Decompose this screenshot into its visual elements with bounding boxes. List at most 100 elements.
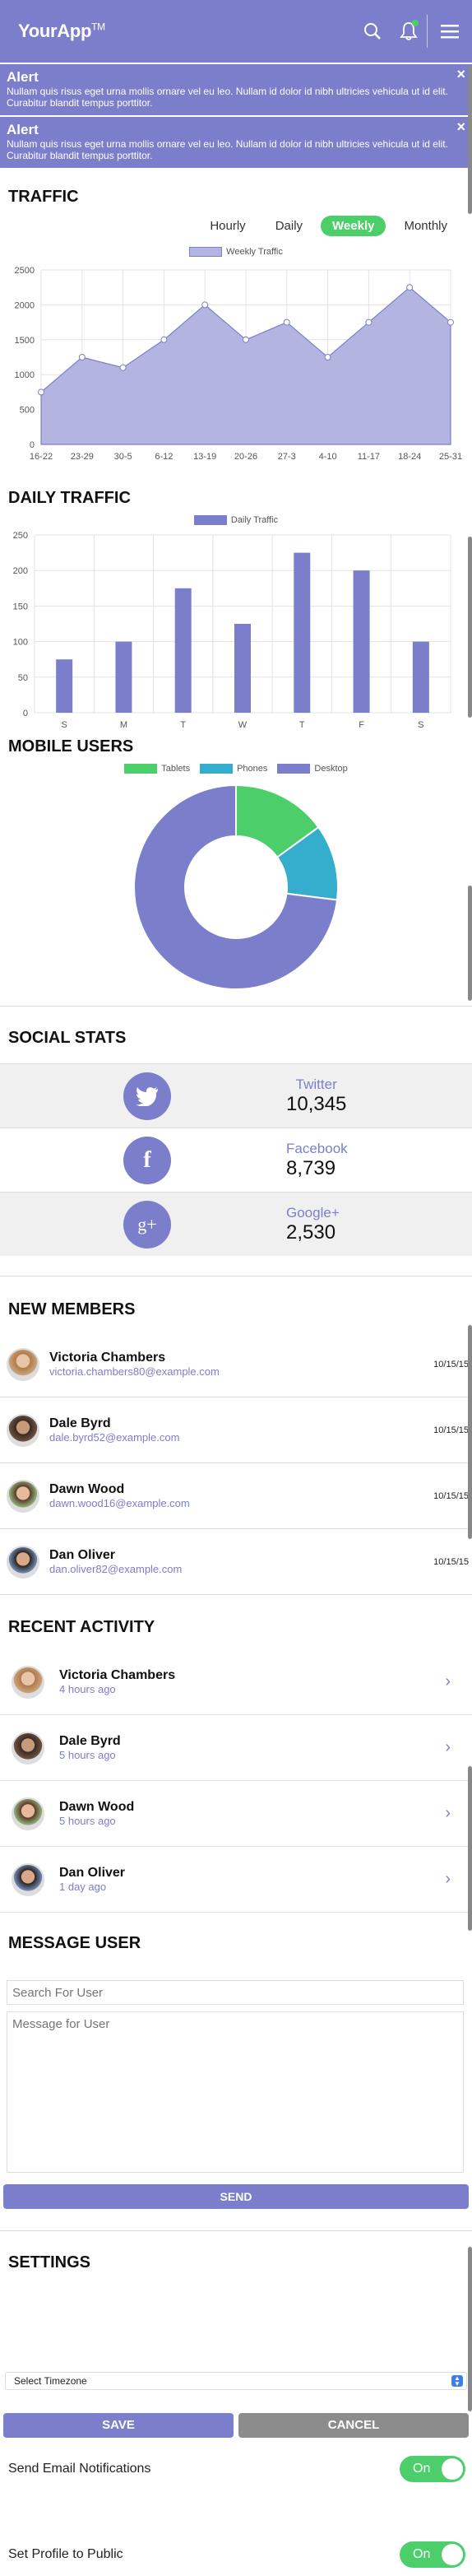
toggle-label: On xyxy=(413,2547,431,2561)
google-plus-icon[interactable]: g+ xyxy=(123,1200,171,1248)
y-tick-label: 50 xyxy=(18,673,28,683)
avatar xyxy=(7,1545,39,1579)
social-row-google-plus: g+ Google+ 2,530 xyxy=(0,1192,472,1256)
x-tick-label: 27-3 xyxy=(278,452,296,462)
save-button[interactable]: SAVE xyxy=(3,2413,234,2438)
twitter-icon[interactable] xyxy=(123,1072,171,1120)
x-tick-label: S xyxy=(61,720,67,730)
legend-label: Weekly Traffic xyxy=(226,247,283,257)
y-tick-label: 100 xyxy=(13,638,28,648)
tab-monthly[interactable]: Monthly xyxy=(392,216,459,236)
tab-hourly[interactable]: Hourly xyxy=(198,216,257,236)
legend-swatch xyxy=(124,764,158,774)
profile-public-toggle[interactable]: On xyxy=(400,2541,465,2568)
x-tick-label: 13-19 xyxy=(193,452,216,462)
activity-name: Dawn Wood xyxy=(59,1800,135,1814)
list-item[interactable]: Dawn Wood dawn.wood16@example.com 10/15/… xyxy=(0,1463,472,1529)
scrollbar[interactable] xyxy=(468,2247,472,2411)
chevron-right-icon[interactable]: › xyxy=(445,1738,451,1757)
section-divider xyxy=(0,2230,472,2231)
social-row-twitter: Twitter 10,345 xyxy=(0,1063,472,1128)
avatar xyxy=(7,1413,39,1447)
app-logo[interactable]: YourAppTM xyxy=(18,21,105,42)
activity-time: 1 day ago xyxy=(59,1881,107,1893)
alert-title: Alert xyxy=(7,122,39,137)
activity-time: 4 hours ago xyxy=(59,1683,116,1695)
bell-icon[interactable] xyxy=(391,0,427,63)
member-date: 10/15/15 xyxy=(433,1359,469,1369)
member-date: 10/15/15 xyxy=(433,1425,469,1435)
y-tick-label: 0 xyxy=(30,440,35,450)
data-point xyxy=(119,364,127,371)
bar xyxy=(353,570,370,713)
member-email[interactable]: dale.byrd52@example.com xyxy=(49,1431,179,1444)
activity-name: Dan Oliver xyxy=(59,1866,126,1880)
search-user-input[interactable] xyxy=(7,1980,464,2005)
member-name: Dawn Wood xyxy=(49,1482,125,1496)
member-email[interactable]: victoria.chambers80@example.com xyxy=(49,1365,220,1378)
chevron-right-icon[interactable]: › xyxy=(445,1804,451,1823)
avatar xyxy=(12,1797,44,1830)
member-email[interactable]: dawn.wood16@example.com xyxy=(49,1497,190,1509)
y-tick-label: 1500 xyxy=(15,336,35,346)
menu-icon[interactable] xyxy=(428,0,472,63)
legend-swatch xyxy=(200,764,234,774)
search-icon[interactable] xyxy=(354,0,391,63)
y-tick-label: 0 xyxy=(23,709,28,718)
setting-label: Send Email Notifications xyxy=(8,2462,151,2476)
chevron-right-icon[interactable]: › xyxy=(445,1870,451,1889)
member-name: Victoria Chambers xyxy=(49,1351,166,1365)
x-tick-label: 23-29 xyxy=(71,452,94,462)
scrollbar[interactable] xyxy=(468,1325,472,1539)
bar xyxy=(234,624,251,713)
x-tick-label: 30-5 xyxy=(114,452,132,462)
y-tick-label: 150 xyxy=(13,602,28,611)
member-email[interactable]: dan.oliver82@example.com xyxy=(49,1563,182,1575)
email-notifications-toggle[interactable]: On xyxy=(400,2456,465,2482)
close-icon[interactable]: × xyxy=(456,66,465,83)
tab-daily[interactable]: Daily xyxy=(264,216,314,236)
x-tick-label: T xyxy=(299,720,305,730)
activity-time: 5 hours ago xyxy=(59,1749,116,1761)
list-item[interactable]: Victoria Chambers victoria.chambers80@ex… xyxy=(0,1332,472,1397)
avatar xyxy=(12,1665,44,1699)
traffic-legend: Weekly Traffic xyxy=(0,247,472,257)
social-count: 10,345 xyxy=(286,1092,347,1115)
y-tick-label: 250 xyxy=(13,531,28,541)
list-item[interactable]: Dale Byrd dale.byrd52@example.com 10/15/… xyxy=(0,1397,472,1463)
data-point xyxy=(406,284,414,291)
data-point xyxy=(243,336,249,343)
notification-dot xyxy=(412,20,419,26)
new-members-title: NEW MEMBERS xyxy=(8,1300,136,1318)
alert-text: Nullam quis risus eget urna mollis ornar… xyxy=(7,138,448,161)
close-icon[interactable]: × xyxy=(456,119,465,136)
message-user-title: MESSAGE USER xyxy=(8,1934,141,1952)
list-item[interactable]: Victoria Chambers 4 hours ago › xyxy=(0,1649,472,1715)
message-textarea[interactable] xyxy=(7,2011,464,2173)
select-arrows-icon: ▲ ▼ xyxy=(451,2375,463,2388)
x-tick-label: T xyxy=(180,720,186,730)
bar xyxy=(412,641,429,713)
facebook-icon[interactable]: f xyxy=(123,1136,171,1184)
social-stats-list: Twitter 10,345 f Facebook 8,739 g+ Googl… xyxy=(0,1063,472,1256)
cancel-button[interactable]: CANCEL xyxy=(238,2413,469,2438)
alert-banner: Alert Nullam quis risus eget urna mollis… xyxy=(0,63,472,115)
send-button[interactable]: SEND xyxy=(3,2184,469,2209)
member-name: Dale Byrd xyxy=(49,1416,111,1430)
toggle-label: On xyxy=(413,2462,431,2476)
x-tick-label: 16-22 xyxy=(30,452,53,462)
mobile-donut-chart xyxy=(133,783,339,990)
member-date: 10/15/15 xyxy=(433,1556,469,1567)
list-item[interactable]: Dan Oliver dan.oliver82@example.com 10/1… xyxy=(0,1529,472,1595)
list-item[interactable]: Dale Byrd 5 hours ago › xyxy=(0,1715,472,1781)
legend-label: Tablets xyxy=(161,764,191,774)
x-tick-label: 6-12 xyxy=(155,452,173,462)
scrollbar[interactable] xyxy=(468,537,472,718)
tab-weekly[interactable]: Weekly xyxy=(321,216,386,236)
scrollbar[interactable] xyxy=(468,1766,472,1931)
scrollbar[interactable] xyxy=(468,886,472,1001)
list-item[interactable]: Dan Oliver 1 day ago › xyxy=(0,1847,472,1913)
list-item[interactable]: Dawn Wood 5 hours ago › xyxy=(0,1781,472,1847)
chevron-right-icon[interactable]: › xyxy=(445,1672,451,1691)
timezone-select[interactable]: Select Timezone ▲ ▼ xyxy=(5,2372,467,2390)
